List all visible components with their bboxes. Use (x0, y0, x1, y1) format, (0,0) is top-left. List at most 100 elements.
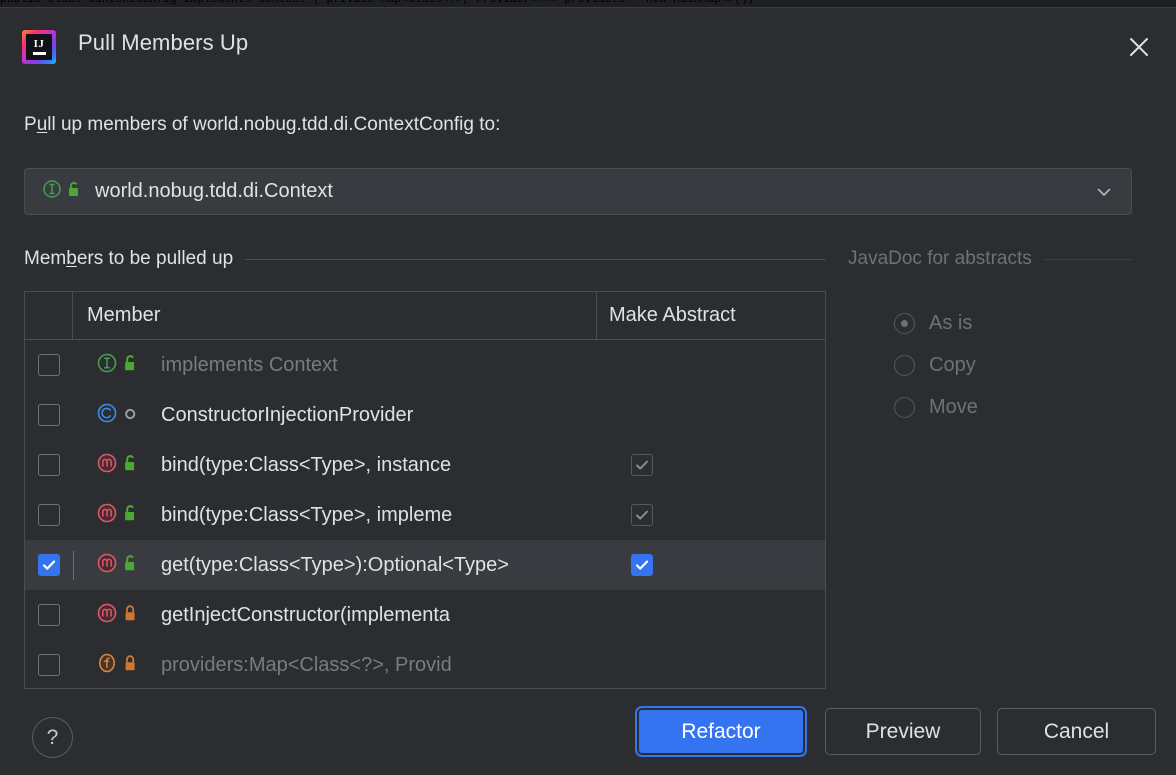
member-cell[interactable]: get(type:Class<Type>):Optional<Type> (73, 551, 619, 580)
member-icons (95, 401, 151, 430)
help-button[interactable]: ? (32, 717, 73, 758)
member-cell[interactable]: getInjectConstructor(implementa (73, 601, 619, 630)
method-icon (95, 501, 119, 530)
row-select-checkbox[interactable] (25, 504, 73, 526)
make-abstract-cell[interactable] (619, 554, 825, 576)
intellij-logo-label: IJ (34, 39, 45, 50)
member-label: getInjectConstructor(implementa (161, 604, 450, 627)
row-select-checkbox[interactable] (25, 404, 73, 426)
class-icon (95, 401, 119, 430)
member-cell[interactable]: bind(type:Class<Type>, impleme (73, 501, 619, 530)
row-select-checkbox[interactable] (25, 604, 73, 626)
public-unlock-icon (66, 180, 82, 203)
javadoc-header-divider (1044, 259, 1132, 260)
javadoc-option-as-is[interactable]: As is (894, 302, 978, 344)
pull-up-label-prefix: P (24, 114, 37, 135)
row-select-checkbox[interactable] (25, 454, 73, 476)
member-cell[interactable]: bind(type:Class<Type>, instance (73, 451, 619, 480)
pull-up-label-mnemonic: u (37, 114, 48, 135)
table-row[interactable]: ConstructorInjectionProvider (25, 390, 825, 440)
radio-glyph[interactable] (894, 313, 915, 334)
chevron-down-icon[interactable] (1095, 183, 1113, 201)
member-label: providers:Map<Class<?>, Provid (161, 654, 452, 677)
target-class-value: world.nobug.tdd.di.Context (95, 180, 333, 203)
javadoc-section-label: JavaDoc for abstracts (848, 248, 1032, 270)
method-icon (95, 601, 119, 630)
make-abstract-cell[interactable] (619, 454, 825, 476)
member-icons (95, 551, 151, 580)
row-select-checkbox[interactable] (25, 654, 73, 676)
pull-up-target-label: Pull up members of world.nobug.tdd.di.Co… (24, 114, 500, 136)
checkbox-glyph[interactable] (38, 354, 60, 376)
members-label-prefix: Mem (24, 248, 66, 269)
member-icons (95, 501, 151, 530)
member-label: bind(type:Class<Type>, instance (161, 454, 451, 477)
member-cell[interactable]: implements Context (73, 351, 619, 380)
background-code-text: public class ContextConfig implements Co… (0, 0, 755, 6)
javadoc-option-label: Copy (929, 354, 976, 377)
checkbox-glyph[interactable] (38, 404, 60, 426)
checkbox-glyph[interactable] (38, 654, 60, 676)
member-icons (95, 451, 151, 480)
members-table-header-row: Member Make Abstract (25, 292, 825, 340)
pull-up-label-suffix: ll up members of world.nobug.tdd.di.Cont… (47, 114, 500, 135)
package-private-icon (122, 403, 139, 428)
javadoc-option-label: Move (929, 396, 978, 419)
cancel-button[interactable]: Cancel (997, 708, 1156, 755)
member-label: ConstructorInjectionProvider (161, 404, 413, 427)
members-header-divider (245, 259, 826, 260)
javadoc-option-label: As is (929, 312, 972, 335)
table-row[interactable]: providers:Map<Class<?>, Provid (25, 640, 825, 689)
table-row[interactable]: bind(type:Class<Type>, instance (25, 440, 825, 490)
javadoc-radio-group: As is Copy Move (894, 302, 978, 428)
column-header-make-abstract: Make Abstract (597, 292, 825, 339)
javadoc-option-move[interactable]: Move (894, 386, 978, 428)
make-abstract-checkbox (631, 504, 653, 526)
table-row[interactable]: getInjectConstructor(implementa (25, 590, 825, 640)
member-icons (95, 351, 151, 380)
refactor-button[interactable]: Refactor (637, 708, 805, 755)
javadoc-option-copy[interactable]: Copy (894, 344, 978, 386)
members-label-mnemonic: b (66, 248, 77, 269)
private-lock-icon (122, 653, 139, 678)
column-header-checkbox (25, 292, 73, 339)
members-section-header: Members to be pulled up (24, 248, 826, 270)
public-unlock-icon (122, 553, 139, 578)
make-abstract-checkbox[interactable] (631, 554, 653, 576)
member-icons (95, 651, 151, 680)
member-icons (95, 601, 151, 630)
make-abstract-cell[interactable] (619, 504, 825, 526)
member-label: bind(type:Class<Type>, impleme (161, 504, 452, 527)
make-abstract-checkbox (631, 454, 653, 476)
column-header-member: Member (73, 292, 597, 339)
interface-icon (41, 178, 63, 205)
pull-members-up-dialog: IJ Pull Members Up Pull up members of wo… (0, 7, 1176, 775)
member-label: implements Context (161, 354, 338, 377)
table-row[interactable]: implements Context (25, 340, 825, 390)
public-unlock-icon (122, 453, 139, 478)
javadoc-section-header: JavaDoc for abstracts (848, 248, 1132, 270)
member-cell[interactable]: providers:Map<Class<?>, Provid (73, 651, 619, 680)
radio-glyph[interactable] (894, 355, 915, 376)
checkbox-glyph[interactable] (38, 554, 60, 576)
close-icon[interactable] (1120, 28, 1158, 66)
table-row[interactable]: bind(type:Class<Type>, impleme (25, 490, 825, 540)
radio-glyph[interactable] (894, 397, 915, 418)
row-select-checkbox[interactable] (25, 354, 73, 376)
member-cell[interactable]: ConstructorInjectionProvider (73, 401, 619, 430)
members-table[interactable]: Member Make Abstract implements Context … (24, 291, 826, 689)
checkbox-glyph[interactable] (38, 504, 60, 526)
preview-button[interactable]: Preview (825, 708, 981, 755)
checkbox-glyph[interactable] (38, 454, 60, 476)
members-label-suffix: ers to be pulled up (77, 248, 233, 269)
dialog-titlebar: IJ Pull Members Up (0, 8, 1176, 80)
checkbox-glyph[interactable] (38, 604, 60, 626)
table-row[interactable]: get(type:Class<Type>):Optional<Type> (25, 540, 825, 590)
private-lock-icon (122, 603, 139, 628)
intellij-logo-icon: IJ (22, 30, 56, 64)
members-table-body: implements Context ConstructorInjectionP… (25, 340, 825, 689)
public-unlock-icon (122, 353, 139, 378)
method-icon (95, 451, 119, 480)
row-select-checkbox[interactable] (25, 554, 73, 576)
target-class-combobox[interactable]: world.nobug.tdd.di.Context (24, 168, 1132, 215)
